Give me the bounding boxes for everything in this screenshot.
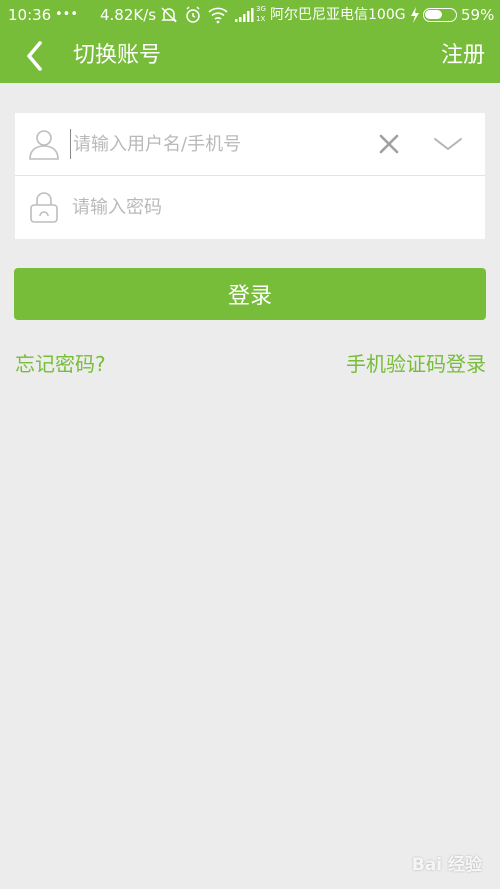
battery-icon [423, 8, 457, 22]
carrier-name: 阿尔巴尼亚电信100G [270, 7, 406, 23]
net-type-3g: 3G [256, 5, 266, 13]
app-bar: 切换账号 注册 [0, 30, 500, 83]
wifi-icon [208, 7, 228, 24]
clear-icon[interactable] [377, 132, 401, 156]
battery-percent: 59% [461, 6, 495, 24]
lock-icon [30, 192, 58, 223]
status-time: 10:36 [8, 6, 52, 24]
watermark: Bai 经验 [411, 855, 482, 875]
username-row [15, 113, 485, 176]
signal-icon [235, 8, 254, 22]
chevron-down-icon[interactable] [433, 132, 463, 156]
status-net-speed: 4.82K/s [100, 6, 157, 24]
login-button[interactable]: 登录 [14, 268, 486, 320]
back-arrow-icon [27, 41, 42, 71]
mute-icon [161, 7, 177, 23]
alarm-icon [186, 6, 200, 23]
charging-icon [411, 7, 419, 23]
password-input[interactable] [72, 192, 362, 222]
sms-login-link[interactable]: 手机验证码登录 [346, 350, 486, 378]
password-row [15, 176, 485, 239]
back-button[interactable] [18, 38, 54, 74]
status-more-dots: ••• [55, 7, 79, 22]
user-icon [29, 130, 59, 160]
page-title: 切换账号 [73, 43, 162, 68]
status-bar: 10:36 ••• 4.82K/s 3G 1X 阿尔巴尼亚电信100G 59% [0, 0, 500, 30]
login-form [15, 113, 485, 239]
net-type-1x: 1X [256, 15, 266, 23]
forgot-password-link[interactable]: 忘记密码? [15, 350, 106, 378]
register-button[interactable]: 注册 [441, 42, 485, 70]
battery-fill [425, 10, 442, 19]
username-input[interactable] [70, 129, 360, 159]
